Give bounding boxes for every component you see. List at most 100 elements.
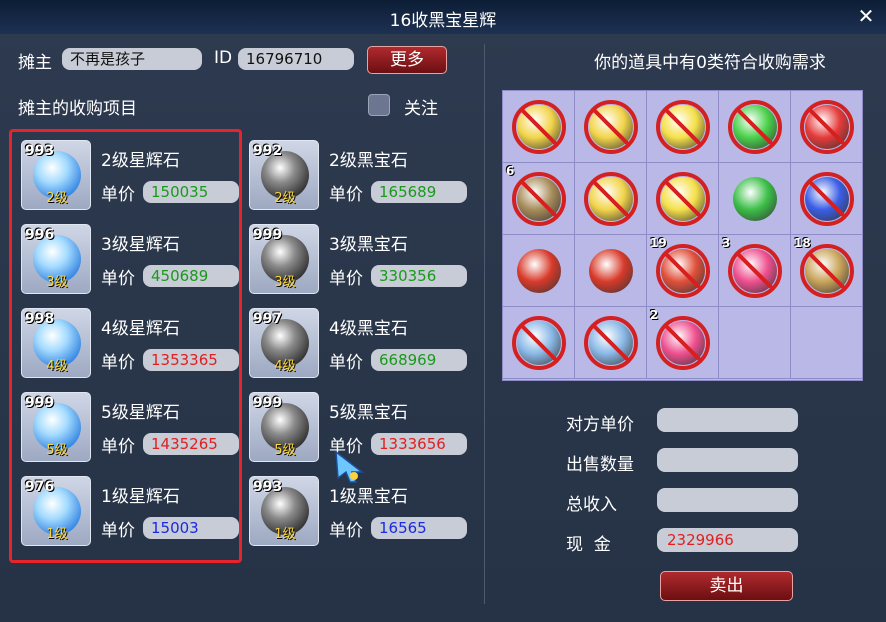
total-label: 总收入 xyxy=(566,495,617,515)
item-count: 996 xyxy=(25,227,55,243)
item-name: 1级黑宝石 xyxy=(329,487,408,507)
prohibited-icon xyxy=(656,100,710,154)
item-count: 997 xyxy=(253,311,283,327)
follow-label: 关注 xyxy=(404,99,438,119)
inventory-info: 你的道具中有0类符合收购需求 xyxy=(594,53,826,73)
more-button[interactable]: 更多 xyxy=(367,46,447,74)
item-count: 998 xyxy=(25,311,55,327)
item-grade: 5级 xyxy=(46,443,68,458)
item-name: 3级星辉石 xyxy=(101,235,180,255)
price-label: 单价 xyxy=(329,185,363,205)
black-gem-item-icon[interactable]: 992 2级 xyxy=(249,140,319,210)
star-stone-item-icon[interactable]: 976 1级 xyxy=(21,476,91,546)
price-label: 单价 xyxy=(101,185,135,205)
sell-button[interactable]: 卖出 xyxy=(660,571,793,601)
inventory-cell[interactable]: 3 xyxy=(719,235,791,307)
cell-count: 2 xyxy=(650,308,659,322)
price-field: 1333656 xyxy=(371,433,467,455)
inventory-cell[interactable]: 6 xyxy=(503,163,575,235)
item-count: 999 xyxy=(253,227,283,243)
prohibited-icon xyxy=(800,244,854,298)
inventory-cell[interactable]: 19 xyxy=(647,235,719,307)
item-grade: 2级 xyxy=(46,191,68,206)
id-value: 16796710 xyxy=(238,48,354,70)
red-pouch-icon xyxy=(589,249,633,293)
item-count: 992 xyxy=(253,143,283,159)
inventory-cell[interactable] xyxy=(503,235,575,307)
price-field: 150035 xyxy=(143,181,239,203)
quantity-field[interactable] xyxy=(657,448,798,472)
price-label: 单价 xyxy=(101,437,135,457)
item-name: 5级黑宝石 xyxy=(329,403,408,423)
prohibited-icon xyxy=(656,172,710,226)
price-field: 16565 xyxy=(371,517,467,539)
prohibited-icon xyxy=(656,244,710,298)
black-gem-item-icon[interactable]: 999 5级 xyxy=(249,392,319,462)
price-field: 1353365 xyxy=(143,349,239,371)
inventory-grid: 6 19 3 18 2 xyxy=(502,90,863,381)
inventory-cell[interactable] xyxy=(791,307,863,379)
quantity-label: 出售数量 xyxy=(566,455,634,475)
prohibited-icon xyxy=(656,316,710,370)
price-label: 单价 xyxy=(329,521,363,541)
inventory-cell[interactable] xyxy=(719,91,791,163)
item-name: 2级黑宝石 xyxy=(329,151,408,171)
item-name: 2级星辉石 xyxy=(101,151,180,171)
price-field: 165689 xyxy=(371,181,467,203)
inventory-cell[interactable] xyxy=(719,307,791,379)
inventory-cell[interactable] xyxy=(503,91,575,163)
prohibited-icon xyxy=(584,316,638,370)
inventory-cell[interactable] xyxy=(575,91,647,163)
inventory-cell[interactable] xyxy=(791,163,863,235)
price-label: 单价 xyxy=(101,269,135,289)
inventory-cell[interactable] xyxy=(719,163,791,235)
star-stone-item-icon[interactable]: 996 3级 xyxy=(21,224,91,294)
star-stone-item-icon[interactable]: 999 5级 xyxy=(21,392,91,462)
price-label: 单价 xyxy=(329,353,363,373)
inventory-cell[interactable]: 18 xyxy=(791,235,863,307)
prohibited-icon xyxy=(584,172,638,226)
item-grade: 1级 xyxy=(46,527,68,542)
title-bar[interactable]: 16收黑宝星辉 ✕ xyxy=(0,0,886,34)
cell-count: 3 xyxy=(722,236,731,250)
cell-count: 6 xyxy=(506,164,515,178)
owner-label: 摊主 xyxy=(18,53,52,73)
black-gem-item-icon[interactable]: 999 3级 xyxy=(249,224,319,294)
inventory-cell[interactable] xyxy=(503,307,575,379)
prohibited-icon xyxy=(728,244,782,298)
inventory-cell[interactable] xyxy=(647,163,719,235)
prohibited-icon xyxy=(800,100,854,154)
price-field: 1435265 xyxy=(143,433,239,455)
item-grade: 1级 xyxy=(274,527,296,542)
item-name: 4级星辉石 xyxy=(101,319,180,339)
inventory-cell[interactable] xyxy=(575,163,647,235)
item-name: 3级黑宝石 xyxy=(329,235,408,255)
cash-label: 现 金 xyxy=(566,535,611,555)
prohibited-icon xyxy=(728,100,782,154)
black-gem-item-icon[interactable]: 997 4级 xyxy=(249,308,319,378)
id-label: ID xyxy=(214,48,233,68)
star-stone-item-icon[interactable]: 998 4级 xyxy=(21,308,91,378)
black-gem-item-icon[interactable]: 993 1级 xyxy=(249,476,319,546)
green-orb-icon xyxy=(733,177,777,221)
price-field: 330356 xyxy=(371,265,467,287)
close-icon[interactable]: ✕ xyxy=(854,4,878,28)
prohibited-icon xyxy=(800,172,854,226)
item-name: 1级星辉石 xyxy=(101,487,180,507)
item-grade: 3级 xyxy=(274,275,296,290)
cell-count: 18 xyxy=(794,236,811,250)
inventory-cell[interactable] xyxy=(575,235,647,307)
unit-price-field[interactable] xyxy=(657,408,798,432)
prohibited-icon xyxy=(584,100,638,154)
inventory-cell[interactable]: 2 xyxy=(647,307,719,379)
inventory-cell[interactable] xyxy=(647,91,719,163)
inventory-cell[interactable] xyxy=(791,91,863,163)
item-count: 999 xyxy=(253,395,283,411)
price-field: 15003 xyxy=(143,517,239,539)
owner-name: 不再是孩子 xyxy=(62,48,202,70)
inventory-cell[interactable] xyxy=(575,307,647,379)
cursor-icon xyxy=(335,450,365,483)
prohibited-icon xyxy=(512,316,566,370)
star-stone-item-icon[interactable]: 993 2级 xyxy=(21,140,91,210)
follow-checkbox[interactable] xyxy=(368,94,390,116)
